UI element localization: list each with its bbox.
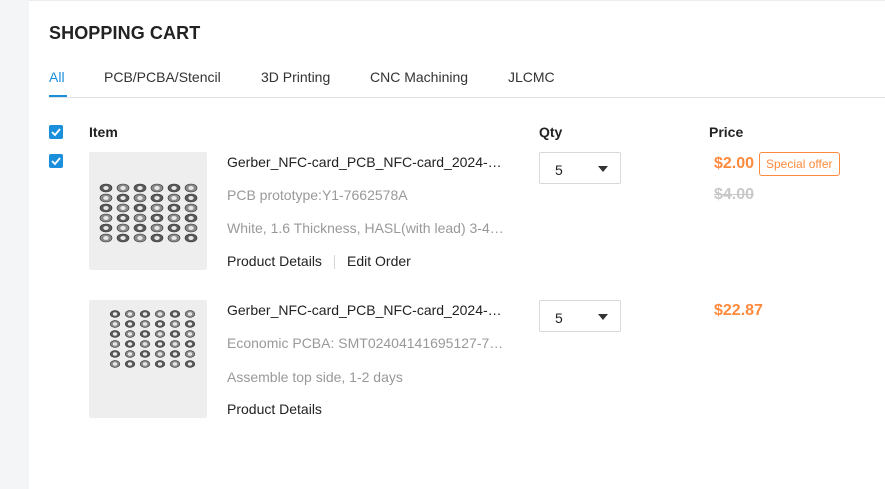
edit-order-link[interactable]: Edit Order bbox=[347, 253, 411, 269]
column-header-item: Item bbox=[89, 124, 118, 140]
item-name[interactable]: Gerber_NFC-card_PCB_NFC-card_2024-04-14 bbox=[227, 302, 507, 318]
tab-pcb-pcba-stencil[interactable]: PCB/PCBA/Stencil bbox=[104, 69, 221, 85]
tab-cnc-machining[interactable]: CNC Machining bbox=[370, 69, 468, 85]
item-price: $22.87 bbox=[714, 302, 763, 319]
special-offer-badge: Special offer bbox=[759, 152, 840, 176]
active-tab-indicator bbox=[49, 95, 67, 97]
original-price: $4.00 bbox=[714, 186, 755, 203]
column-header-price: Price bbox=[709, 124, 744, 140]
quantity-value: 5 bbox=[555, 310, 563, 326]
check-icon bbox=[51, 128, 61, 137]
tab-jlcmc[interactable]: JLCMC bbox=[508, 69, 555, 85]
item-checkbox[interactable] bbox=[49, 154, 63, 168]
cart-panel: SHOPPING CART All PCB/PCBA/Stencil 3D Pr… bbox=[29, 0, 885, 489]
item-name[interactable]: Gerber_NFC-card_PCB_NFC-card_2024-04-14 bbox=[227, 154, 507, 170]
page-title: SHOPPING CART bbox=[49, 23, 201, 43]
product-thumbnail[interactable] bbox=[89, 300, 207, 418]
item-price: $2.00 bbox=[714, 155, 755, 172]
quantity-select[interactable]: 5 bbox=[539, 152, 621, 184]
pcb-panel-image bbox=[99, 183, 198, 243]
item-subtitle: PCB prototype:Y1-7662578A bbox=[227, 187, 408, 203]
caret-down-icon bbox=[598, 166, 608, 172]
product-details-link[interactable]: Product Details bbox=[227, 401, 322, 417]
pcba-panel-image bbox=[109, 310, 196, 368]
select-all-checkbox[interactable] bbox=[49, 125, 63, 139]
quantity-value: 5 bbox=[555, 162, 563, 178]
check-icon bbox=[51, 157, 61, 166]
product-thumbnail[interactable] bbox=[89, 152, 207, 270]
tab-all[interactable]: All bbox=[49, 69, 65, 85]
link-divider bbox=[334, 255, 335, 269]
column-header-qty: Qty bbox=[539, 124, 563, 140]
tab-3d-printing[interactable]: 3D Printing bbox=[261, 69, 330, 85]
item-spec: Assemble top side, 1-2 days bbox=[227, 369, 403, 385]
caret-down-icon bbox=[598, 314, 608, 320]
item-subtitle: Economic PCBA: SMT02404141695127-7662578 bbox=[227, 335, 507, 351]
product-details-link[interactable]: Product Details bbox=[227, 253, 322, 269]
category-tabs: All PCB/PCBA/Stencil 3D Printing CNC Mac… bbox=[49, 69, 885, 98]
quantity-select[interactable]: 5 bbox=[539, 300, 621, 332]
item-spec: White, 1.6 Thickness, HASL(with lead) 3-… bbox=[227, 220, 507, 236]
